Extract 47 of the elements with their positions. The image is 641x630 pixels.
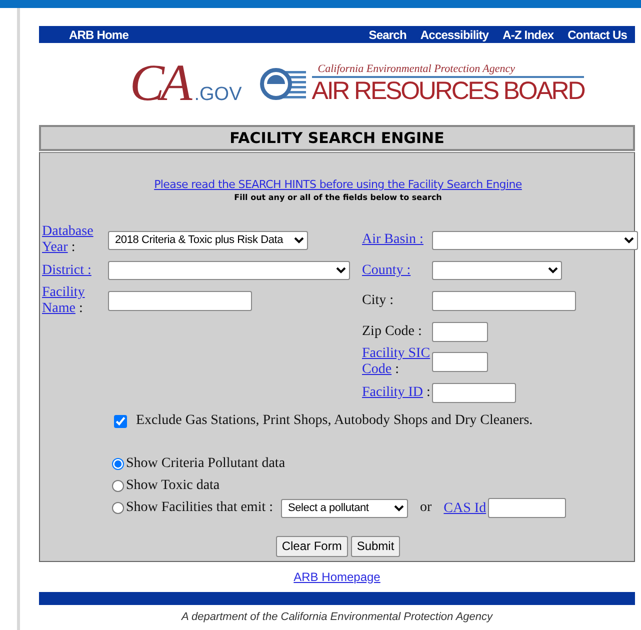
radio-label: Show Toxic data [126,478,220,494]
nav-link[interactable]: A-Z Index [502,28,554,42]
nav-link[interactable]: Contact Us [568,28,627,42]
nav-link[interactable]: ARB Home [69,28,128,42]
dropdown[interactable] [432,230,638,250]
input-field[interactable] [432,352,488,372]
radio-label: Show Criteria Pollutant data [126,456,286,472]
radio-label: Show Facilities that emit : [126,500,273,516]
field-label[interactable]: Facility Name : [42,285,108,318]
agency-name: California Environmental Protection Agency [312,62,584,78]
homepage-link[interactable]: ARB Homepage [294,570,380,584]
pollutant-dropdown[interactable]: Select a pollutant [281,498,408,518]
field-label: Zip Code : [362,324,423,340]
page-title: FACILITY SEARCH ENGINE [39,125,635,151]
field-label[interactable]: Database Year : [42,224,108,256]
field-label[interactable]: Air Basin : [362,232,432,248]
or-text: or [420,500,432,516]
dropdown[interactable] [432,261,562,280]
field-label[interactable]: Facility ID : [362,385,432,402]
cas-id-link[interactable]: CAS Id [444,499,486,518]
input-field[interactable] [432,322,488,342]
globe-lines-icon [260,67,308,101]
dropdown[interactable]: 2018 Criteria & Toxic plus Risk Data [108,230,308,250]
input-field[interactable] [108,291,252,312]
input-field[interactable] [432,383,516,404]
radio-button[interactable] [112,458,124,470]
nav-link[interactable]: Accessibility [420,28,489,42]
instruction-text: Fill out any or all of the fields below to search [233,193,443,202]
exclude-checkbox[interactable] [114,414,127,428]
checkbox-label: Exclude Gas Stations, Print Shops, Autobody Shops and Dry Cleaners. [136,413,533,430]
gov-logo-text: .GOV [194,84,242,106]
dropdown[interactable] [108,261,350,280]
input-field[interactable] [488,498,566,518]
input-field[interactable] [432,291,576,312]
radio-button[interactable] [112,480,124,492]
ca-logo-text: CA [130,58,188,110]
form-button[interactable]: Clear Form [276,536,348,557]
field-label[interactable]: District : [42,262,108,279]
nav-link[interactable]: Search [368,28,406,42]
field-label: City : [362,293,395,310]
search-hints-link[interactable]: Please read the SEARCH HINTS before using the Facility Search Engine [154,178,522,191]
field-label[interactable]: Facility SIC Code : [362,346,432,379]
footer-text: A department of the California Environmental Protection Agency [180,610,494,623]
field-label[interactable]: County : [362,262,432,279]
form-button[interactable]: Submit [350,536,400,557]
board-name: AIR RESOURCES BOARD [312,78,584,106]
radio-button[interactable] [112,502,124,514]
